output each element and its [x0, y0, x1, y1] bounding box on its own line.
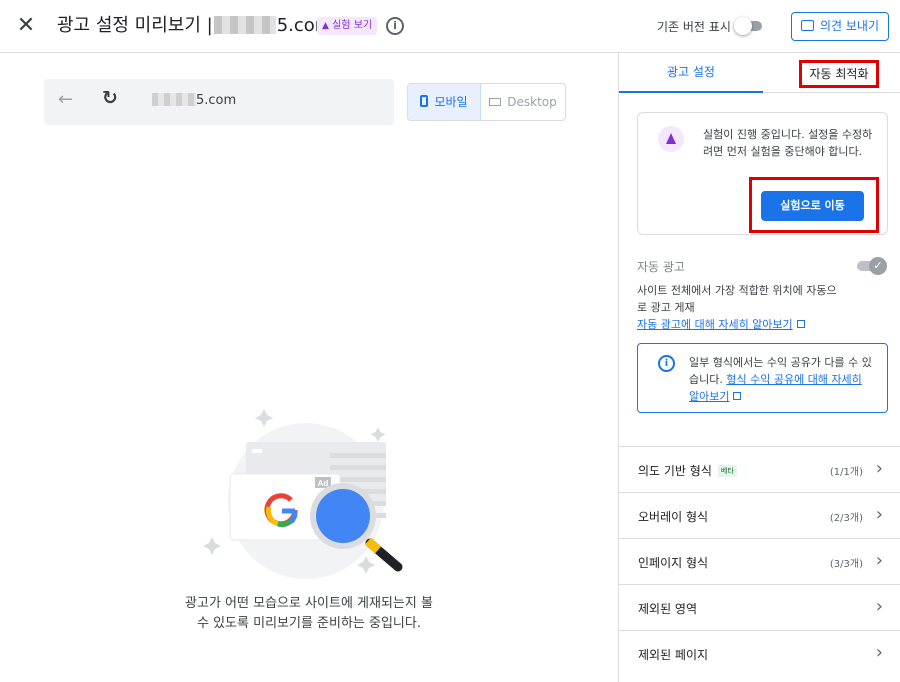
go-to-experiment-button[interactable]: 실험으로 이동 — [761, 191, 864, 221]
external-link-icon — [796, 320, 805, 328]
redacted-url — [152, 93, 196, 106]
revenue-info-text: 일부 형식에서는 수익 공유가 다를 수 있습니다. 형식 수익 공유에 대해 … — [689, 354, 874, 405]
url-suffix: 5.com — [196, 93, 237, 108]
list-item-excluded-areas[interactable]: 제외된 영역 › — [619, 584, 900, 630]
list-item-label: 오버레이 형식 — [638, 510, 709, 524]
preview-pane: ← ↻ 5.com 모바일 Desktop Ad 광고가 어떤 모습으로 사이트… — [0, 53, 618, 682]
auto-ads-description: 사이트 전체에서 가장 적합한 위치에 자동으로 광고 게재 — [637, 284, 837, 314]
list-item-excluded-pages[interactable]: 제외된 페이지 › — [619, 630, 900, 676]
desktop-button[interactable]: Desktop — [481, 84, 565, 120]
chevron-right-icon: › — [875, 596, 883, 617]
sidebar-tabs: 광고 설정 자동 최적화 — [619, 53, 900, 93]
feedback-icon — [800, 20, 814, 31]
legacy-version-toggle[interactable] — [734, 17, 762, 35]
list-item-inpage-formats[interactable]: 인페이지 형식 (3/3개) › — [619, 538, 900, 584]
list-item-label: 제외된 영역 — [638, 602, 698, 616]
flask-icon — [658, 126, 684, 152]
list-item-label: 인페이지 형식 — [638, 556, 709, 570]
row-label-text: 의도 기반 형식 — [638, 464, 712, 478]
toggle-knob — [734, 17, 752, 35]
info-icon[interactable]: i — [386, 17, 404, 35]
browser-url-bar: ← ↻ 5.com — [44, 79, 394, 125]
highlight-box: 실험으로 이동 — [749, 177, 879, 233]
auto-ads-title: 자동 광고 — [637, 260, 685, 274]
check-icon: ✓ — [869, 257, 887, 275]
external-link-icon — [733, 392, 742, 400]
auto-ads-link-label: 자동 광고에 대해 자세히 알아보기 — [637, 318, 793, 331]
list-item-intent-formats[interactable]: 의도 기반 형식 베타 (1/1개) › — [619, 446, 900, 492]
settings-sidebar: 광고 설정 자동 최적화 실험이 진행 중입니다. 설정을 수정하려면 먼저 실… — [618, 53, 900, 682]
chevron-right-icon: › — [875, 504, 883, 525]
info-icon: i — [658, 355, 675, 372]
ad-badge-label: Ad — [318, 479, 329, 488]
loading-illustration: Ad — [203, 409, 403, 579]
loading-line-1: 광고가 어떤 모습으로 사이트에 게재되는지 볼 — [185, 596, 433, 611]
experiment-badge: ▲ 실험 보기 — [317, 17, 378, 35]
list-item-overlay-formats[interactable]: 오버레이 형식 (2/3개) › — [619, 492, 900, 538]
phone-icon — [420, 95, 429, 107]
mobile-label: 모바일 — [434, 95, 468, 109]
auto-ads-toggle[interactable]: ✓ — [857, 257, 889, 275]
experiment-card: 실험이 진행 중입니다. 설정을 수정하려면 먼저 실험을 중단해야 합니다. … — [637, 112, 888, 235]
tab-ad-settings[interactable]: 광고 설정 — [619, 53, 763, 93]
list-item-count: (2/3개) — [829, 513, 863, 524]
experiment-badge-label: 실험 보기 — [332, 20, 373, 31]
beta-badge: 베타 — [717, 465, 737, 477]
legacy-version-label: 기존 버전 표시 — [657, 20, 731, 34]
title-prefix: 광고 설정 미리보기 | — [57, 15, 213, 36]
tab-auto-optimize[interactable]: 자동 최적화 — [799, 60, 879, 88]
chevron-right-icon: › — [875, 550, 883, 571]
feedback-button[interactable]: 의견 보내기 — [791, 12, 889, 41]
desktop-label: Desktop — [507, 95, 557, 109]
feedback-label: 의견 보내기 — [819, 19, 879, 33]
list-item-count: (1/1개) — [829, 467, 863, 478]
chevron-right-icon: › — [875, 642, 883, 663]
device-toggle: 모바일 Desktop — [407, 83, 566, 121]
back-arrow-icon[interactable]: ← — [58, 89, 73, 110]
list-item-label: 의도 기반 형식 베타 — [638, 462, 737, 479]
mobile-button[interactable]: 모바일 — [408, 84, 481, 120]
list-item-label: 제외된 페이지 — [638, 648, 709, 662]
revenue-info-card: i 일부 형식에서는 수익 공유가 다를 수 있습니다. 형식 수익 공유에 대… — [637, 343, 888, 413]
chevron-right-icon: › — [875, 458, 883, 479]
experiment-message: 실험이 진행 중입니다. 설정을 수정하려면 먼저 실험을 중단해야 합니다. — [703, 128, 873, 158]
loading-message: 광고가 어떤 모습으로 사이트에 게재되는지 볼 수 있도록 미리보기를 준비하… — [160, 594, 458, 634]
loading-line-2: 수 있도록 미리보기를 준비하는 중입니다. — [197, 616, 421, 631]
format-list: 의도 기반 형식 베타 (1/1개) › 오버레이 형식 (2/3개) › 인페이… — [619, 446, 900, 676]
page-title: 광고 설정 미리보기 | 5.com — [57, 14, 332, 38]
laptop-icon — [489, 98, 502, 106]
auto-ads-learn-more-link[interactable]: 자동 광고에 대해 자세히 알아보기 — [637, 316, 805, 333]
flask-icon: ▲ — [322, 21, 329, 31]
reload-icon[interactable]: ↻ — [102, 87, 118, 109]
list-item-count: (3/3개) — [829, 559, 863, 570]
close-icon[interactable]: ✕ — [14, 14, 38, 38]
top-bar: ✕ 광고 설정 미리보기 | 5.com ▲ 실험 보기 i 기존 버전 표시 의… — [0, 0, 900, 53]
redacted-domain — [213, 16, 276, 34]
preview-url: 5.com — [152, 93, 236, 108]
